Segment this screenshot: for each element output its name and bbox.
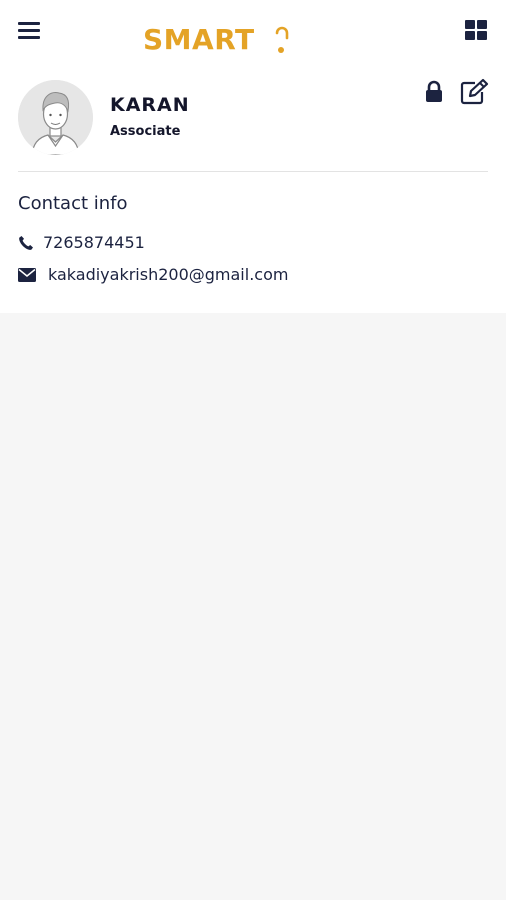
profile-card: SMART KARAN Associate Contact info 72658…	[0, 0, 506, 313]
app-logo: SMART	[143, 20, 289, 60]
edit-icon[interactable]	[459, 78, 489, 106]
phone-number[interactable]: 7265874451	[43, 233, 145, 252]
lock-icon[interactable]	[423, 80, 445, 104]
avatar-illustration	[18, 80, 93, 155]
grid-apps-icon[interactable]	[465, 20, 487, 40]
logo-text: SMART	[143, 23, 255, 56]
user-avatar-icon[interactable]	[18, 80, 93, 155]
email-address[interactable]: kakadiyakrish200@gmail.com	[48, 265, 288, 284]
user-role: Associate	[110, 124, 181, 139]
section-divider	[18, 171, 488, 172]
contact-info-heading: Contact info	[18, 193, 128, 214]
envelope-icon	[18, 268, 36, 282]
phone-icon	[19, 236, 33, 250]
logo-mark-icon	[275, 26, 288, 53]
user-name: KARAN	[110, 94, 190, 116]
empty-content-area	[0, 313, 506, 900]
hamburger-menu-icon[interactable]	[18, 20, 40, 40]
